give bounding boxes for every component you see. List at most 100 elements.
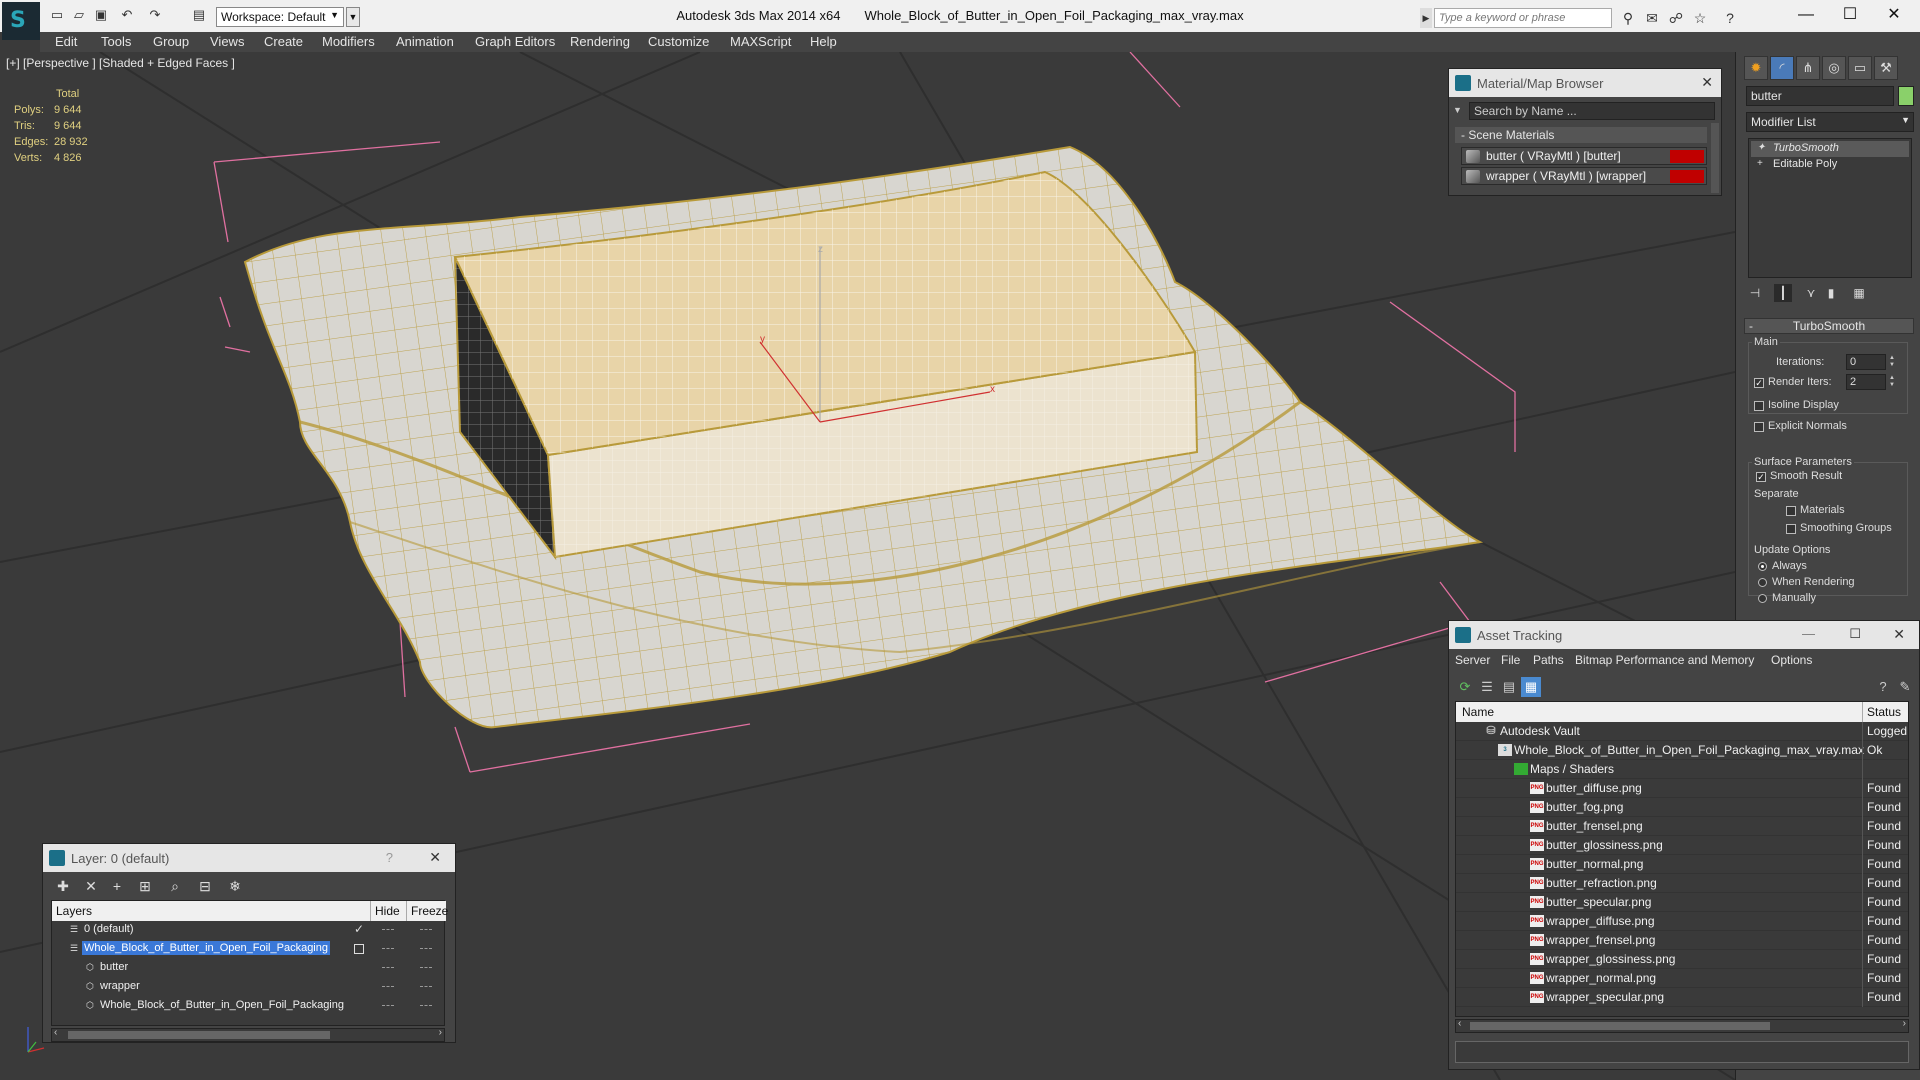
asset-row[interactable]: PNG butter_diffuse.png Found xyxy=(1456,779,1908,798)
app-menu-button[interactable]: S xyxy=(2,2,40,40)
set-current-layer-box[interactable] xyxy=(354,944,364,954)
layer-row[interactable]: ☰ 0 (default) ✓ xyxy=(52,921,446,940)
menu-customize[interactable]: Customize xyxy=(648,34,709,49)
browser-options-icon[interactable]: ▼ xyxy=(1453,105,1462,115)
scroll-right-icon[interactable]: › xyxy=(439,1027,442,1038)
modifier-list-dropdown[interactable]: Modifier List ▼ xyxy=(1746,112,1914,132)
open-file-icon[interactable]: ▱ xyxy=(70,6,88,24)
freeze-all-layers-icon[interactable]: ❄ xyxy=(225,876,245,896)
modify-tab-icon[interactable]: ◜ xyxy=(1770,56,1794,80)
configure-modifier-sets-icon[interactable]: ▦ xyxy=(1850,284,1868,302)
menu-modifiers[interactable]: Modifiers xyxy=(322,34,375,49)
asset-row[interactable]: PNG butter_frensel.png Found xyxy=(1456,817,1908,836)
turbosmooth-rollout-header[interactable]: - TurboSmooth xyxy=(1744,318,1914,334)
help-icon[interactable]: ? xyxy=(1720,8,1740,28)
menu-maxscript[interactable]: MAXScript xyxy=(730,34,791,49)
display-tab-icon[interactable]: ▭ xyxy=(1848,56,1872,80)
motion-tab-icon[interactable]: ◎ xyxy=(1822,56,1846,80)
refresh-icon[interactable]: ⟳ xyxy=(1455,677,1475,697)
undo-icon[interactable]: ↶ xyxy=(118,6,136,24)
asset-row[interactable]: PNG wrapper_frensel.png Found xyxy=(1456,931,1908,950)
material-search-input[interactable]: Search by Name ... xyxy=(1469,102,1715,120)
show-end-result-icon[interactable]: ┃ xyxy=(1774,284,1792,302)
asset-row[interactable]: Maps / Shaders xyxy=(1456,760,1908,779)
scroll-left-icon[interactable]: ‹ xyxy=(54,1027,57,1038)
tools-icon[interactable]: ✎ xyxy=(1895,677,1915,697)
workspace-arrow-button[interactable]: ▼ xyxy=(346,7,360,27)
freeze-toggle[interactable] xyxy=(420,986,432,987)
asset-row[interactable]: PNG butter_specular.png Found xyxy=(1456,893,1908,912)
subscription-icon[interactable]: ✉ xyxy=(1642,8,1662,28)
minimize-icon[interactable]: — xyxy=(1802,626,1815,641)
asset-menu-paths[interactable]: Paths xyxy=(1533,653,1564,667)
asset-row[interactable]: PNG butter_normal.png Found xyxy=(1456,855,1908,874)
asset-horizontal-scrollbar[interactable]: ‹ › xyxy=(1455,1018,1909,1033)
redo-icon[interactable]: ↷ xyxy=(146,6,164,24)
asset-menu-options[interactable]: Options xyxy=(1771,653,1812,667)
object-name-input[interactable]: butter xyxy=(1746,86,1894,106)
render-iters-checkbox[interactable]: ✓ xyxy=(1754,378,1764,388)
remove-modifier-icon[interactable]: ▮ xyxy=(1822,284,1840,302)
workspace-dropdown[interactable]: Workspace: Default ▼ xyxy=(216,7,344,27)
column-header-name[interactable]: Name xyxy=(1462,705,1494,719)
column-header-layers[interactable]: Layers xyxy=(52,901,92,921)
menu-group[interactable]: Group xyxy=(153,34,189,49)
utilities-tab-icon[interactable]: ⚒ xyxy=(1874,56,1898,80)
stack-item-editable-poly[interactable]: + Editable Poly xyxy=(1751,157,1909,173)
layer-row[interactable]: ⬡ butter xyxy=(52,959,446,978)
lightbulb-icon[interactable]: ✦ xyxy=(1757,143,1767,153)
menu-animation[interactable]: Animation xyxy=(396,34,454,49)
menu-tools[interactable]: Tools xyxy=(101,34,131,49)
update-manually-radio[interactable] xyxy=(1758,594,1767,603)
new-file-icon[interactable]: ▭ xyxy=(48,6,66,24)
asset-row[interactable]: PNG butter_fog.png Found xyxy=(1456,798,1908,817)
scrollbar-thumb[interactable] xyxy=(68,1031,330,1039)
create-tab-icon[interactable]: ✹ xyxy=(1744,56,1768,80)
freeze-toggle[interactable] xyxy=(420,1005,432,1006)
viewport-label-menu[interactable]: [+] [Perspective ] [Shaded + Edged Faces… xyxy=(6,56,235,70)
create-layer-icon[interactable]: ✚ xyxy=(53,876,73,896)
current-layer-check-icon[interactable]: ✓ xyxy=(354,922,364,936)
hide-toggle[interactable] xyxy=(382,948,394,949)
asset-path-field[interactable] xyxy=(1455,1041,1909,1063)
material-browser-titlebar[interactable]: Material/Map Browser ✕ xyxy=(1449,69,1721,97)
make-unique-icon[interactable]: ⋎ xyxy=(1802,284,1820,302)
hide-toggle[interactable] xyxy=(382,929,394,930)
maximize-icon[interactable]: ☐ xyxy=(1849,626,1861,642)
menu-help[interactable]: Help xyxy=(810,34,837,49)
help-button[interactable]: ? xyxy=(386,850,393,865)
asset-menu-file[interactable]: File xyxy=(1501,653,1520,667)
asset-menu-bitmap-performance[interactable]: Bitmap Performance and Memory xyxy=(1575,653,1754,667)
menu-views[interactable]: Views xyxy=(210,34,244,49)
freeze-toggle[interactable] xyxy=(420,967,432,968)
update-when-rendering-radio[interactable] xyxy=(1758,578,1767,587)
asset-row[interactable]: ⛁ Autodesk Vault Logged C xyxy=(1456,722,1908,741)
stack-item-turbosmooth[interactable]: ✦ TurboSmooth xyxy=(1751,141,1909,157)
asset-menu-server[interactable]: Server xyxy=(1455,653,1490,667)
isoline-display-checkbox[interactable] xyxy=(1754,401,1764,411)
asset-row[interactable]: 3 Whole_Block_of_Butter_in_Open_Foil_Pack… xyxy=(1456,741,1908,760)
minimize-button[interactable]: — xyxy=(1786,4,1826,26)
layer-manager-titlebar[interactable]: Layer: 0 (default) ? ✕ xyxy=(43,844,455,872)
scrollbar-thumb[interactable] xyxy=(1470,1022,1770,1030)
menu-graph-editors[interactable]: Graph Editors xyxy=(475,34,555,49)
separate-smoothing-groups-checkbox[interactable] xyxy=(1786,524,1796,534)
asset-row[interactable]: PNG wrapper_normal.png Found xyxy=(1456,969,1908,988)
hide-all-layers-icon[interactable]: ⊟ xyxy=(195,876,215,896)
asset-row[interactable]: PNG wrapper_glossiness.png Found xyxy=(1456,950,1908,969)
column-header-hide[interactable]: Hide xyxy=(370,901,400,921)
close-button[interactable]: ✕ xyxy=(1874,4,1914,26)
close-icon[interactable]: ✕ xyxy=(1701,74,1713,91)
layer-row[interactable]: ☰ Whole_Block_of_Butter_in_Open_Foil_Pack… xyxy=(52,940,446,959)
explicit-normals-checkbox[interactable] xyxy=(1754,422,1764,432)
scroll-right-icon[interactable]: › xyxy=(1903,1018,1906,1029)
material-item-wrapper[interactable]: wrapper ( VRayMtl ) [wrapper] xyxy=(1461,167,1707,185)
table-view-icon[interactable]: ▦ xyxy=(1521,677,1541,697)
scroll-left-icon[interactable]: ‹ xyxy=(1458,1018,1461,1029)
freeze-toggle[interactable] xyxy=(420,948,432,949)
asset-row[interactable]: PNG wrapper_specular.png Found xyxy=(1456,988,1908,1007)
separate-materials-checkbox[interactable] xyxy=(1786,506,1796,516)
detail-view-icon[interactable]: ▤ xyxy=(1499,677,1519,697)
menu-create[interactable]: Create xyxy=(264,34,303,49)
close-icon[interactable]: ✕ xyxy=(1893,626,1905,643)
